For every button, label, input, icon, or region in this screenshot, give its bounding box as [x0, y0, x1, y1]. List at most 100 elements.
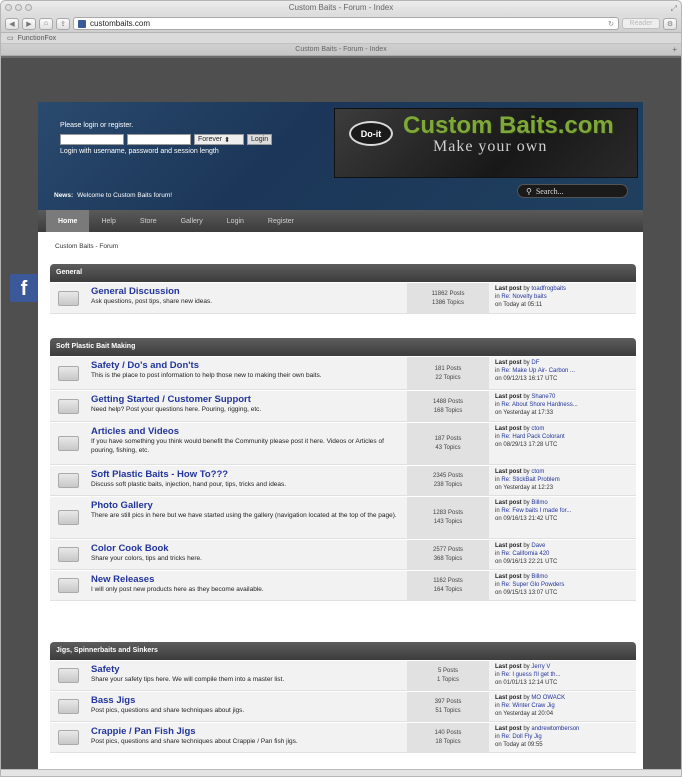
- board-title-link[interactable]: Safety: [91, 664, 407, 675]
- last-post-date: Today at 05:11: [503, 302, 543, 308]
- nav-item-register[interactable]: Register: [256, 210, 306, 232]
- minimize-window-button[interactable]: [15, 4, 22, 11]
- breadcrumb[interactable]: Custom Baits - Forum: [55, 243, 118, 250]
- nav-item-store[interactable]: Store: [128, 210, 169, 232]
- last-post-label: Last post: [495, 664, 522, 670]
- forward-button[interactable]: ▶: [22, 17, 36, 30]
- bookmark-item[interactable]: FunctionFox: [18, 35, 57, 42]
- main-nav: Home Help Store Gallery Login Register: [38, 210, 643, 232]
- last-post-author-link[interactable]: toadfrogbaits: [531, 286, 566, 292]
- board-title-link[interactable]: Color Cook Book: [91, 543, 407, 554]
- last-post-topic-link[interactable]: Re: Make Up Air- Carbon ...: [501, 368, 575, 374]
- bookmarks-icon[interactable]: ▭: [7, 34, 14, 42]
- news-label: News:: [54, 192, 74, 199]
- forum-site: Please login or register. Forever ⬍ Logi…: [38, 102, 643, 776]
- board-description: Need help? Post your questions here. Pou…: [91, 406, 262, 413]
- login-button[interactable]: Login: [247, 134, 273, 145]
- board-title-link[interactable]: Crappie / Pan Fish Jigs: [91, 726, 407, 737]
- last-post-info: Last post by Billmo in Re: Few baits I ma…: [489, 497, 636, 538]
- board-title-link[interactable]: General Discussion: [91, 286, 407, 297]
- last-post-info: Last post by Shane70 in Re: About Shore H…: [489, 391, 636, 421]
- post-count: 187 Posts: [434, 436, 462, 442]
- page-area: f Please login or register. Forever ⬍ Lo…: [1, 58, 681, 776]
- reload-icon[interactable]: ↻: [608, 20, 614, 28]
- board-row: New Releases I will only post new product…: [50, 571, 636, 601]
- by-label: by: [523, 695, 530, 701]
- last-post-topic-link[interactable]: Re: Hard Pack Colorant: [501, 434, 564, 440]
- last-post-author-link[interactable]: Billmo: [531, 500, 547, 506]
- reader-button[interactable]: Reader: [622, 18, 660, 29]
- bookmarks-bar: ▭ FunctionFox: [1, 33, 681, 44]
- board-title-link[interactable]: Getting Started / Customer Support: [91, 394, 407, 405]
- board-title-link[interactable]: New Releases: [91, 574, 407, 585]
- topic-count: 18 Topics: [435, 739, 461, 745]
- board-stats: 2345 Posts 238 Topics: [407, 466, 489, 495]
- tab-bar: Custom Baits - Forum - Index +: [1, 44, 681, 56]
- news-text: Welcome to Custom Baits forum!: [77, 192, 173, 199]
- last-post-topic-link[interactable]: Re: Few baits I made for...: [501, 508, 571, 514]
- do-it-logo: Do-it: [349, 121, 393, 146]
- logo-main-text: Custom Baits.com: [403, 112, 614, 139]
- last-post-topic-link[interactable]: Re: Doll Fly Jig: [501, 734, 541, 740]
- password-input[interactable]: [127, 134, 191, 145]
- last-post-topic-link[interactable]: Re: Super Glo Powders: [501, 582, 564, 588]
- on-label: on: [495, 680, 502, 686]
- last-post-author-link[interactable]: Shane70: [531, 394, 555, 400]
- last-post-topic-link[interactable]: Re: I guess I'll get th...: [501, 672, 560, 678]
- board-row: Crappie / Pan Fish Jigs Post pics, questi…: [50, 723, 636, 753]
- home-button[interactable]: ⌂: [39, 17, 53, 30]
- board-title-link[interactable]: Bass Jigs: [91, 695, 407, 706]
- close-window-button[interactable]: [5, 4, 12, 11]
- last-post-author-link[interactable]: MO OWACK: [531, 695, 565, 701]
- on-label: on: [495, 742, 502, 748]
- last-post-topic-link[interactable]: Re: StickBait Problem: [501, 477, 559, 483]
- address-bar[interactable]: custombaits.com ↻: [73, 17, 619, 30]
- last-post-author-link[interactable]: DF: [531, 360, 539, 366]
- category-header[interactable]: Soft Plastic Bait Making: [50, 338, 636, 356]
- board-title-link[interactable]: Articles and Videos: [91, 426, 407, 437]
- last-post-author-link[interactable]: Dave: [531, 543, 545, 549]
- settings-button[interactable]: ⚙: [663, 17, 677, 30]
- facebook-icon[interactable]: f: [10, 274, 38, 302]
- last-post-author-link[interactable]: Jerry V: [531, 664, 550, 670]
- last-post-author-link[interactable]: Billmo: [531, 574, 547, 580]
- nav-item-home[interactable]: Home: [46, 210, 90, 232]
- board-stats: 11862 Posts 1386 Topics: [407, 283, 489, 313]
- search-placeholder: Search...: [535, 186, 564, 196]
- last-post-date: Yesterday at 20:04: [503, 711, 554, 717]
- site-header: Please login or register. Forever ⬍ Logi…: [38, 102, 643, 210]
- back-button[interactable]: ◀: [5, 17, 19, 30]
- new-tab-icon[interactable]: +: [672, 44, 677, 56]
- last-post-topic-link[interactable]: Re: Novelty baits: [501, 294, 546, 300]
- nav-item-login[interactable]: Login: [215, 210, 256, 232]
- board-title-link[interactable]: Safety / Do's and Don'ts: [91, 360, 407, 371]
- last-post-topic-link[interactable]: Re: About Shore Hardness...: [501, 402, 577, 408]
- board-description: This is the place to post information to…: [91, 372, 322, 379]
- search-input[interactable]: ⚲ Search...: [517, 184, 628, 198]
- board-status-icon: [58, 365, 79, 381]
- last-post-author-link[interactable]: ctom: [531, 426, 544, 432]
- nav-item-gallery[interactable]: Gallery: [169, 210, 215, 232]
- topic-count: 238 Topics: [433, 482, 463, 488]
- last-post-topic-link[interactable]: Re: Winter Craw Jig: [501, 703, 554, 709]
- share-button[interactable]: ⇪: [56, 17, 70, 30]
- session-length-select[interactable]: Forever ⬍: [194, 134, 244, 145]
- nav-item-help[interactable]: Help: [89, 210, 127, 232]
- board-title-link[interactable]: Soft Plastic Baits - How To???: [91, 469, 407, 480]
- category-header[interactable]: Jigs, Spinnerbaits and Sinkers: [50, 642, 636, 660]
- last-post-topic-link[interactable]: Re: California 420: [501, 551, 549, 557]
- board-stats: 140 Posts 18 Topics: [407, 723, 489, 752]
- username-input[interactable]: [60, 134, 124, 145]
- board-description: Post pics, questions and share technique…: [91, 738, 298, 745]
- active-tab[interactable]: Custom Baits - Forum - Index: [295, 46, 386, 53]
- fullscreen-icon[interactable]: ⤢: [671, 2, 677, 16]
- site-logo[interactable]: Do-it Custom Baits.com Make your own: [334, 108, 638, 178]
- last-post-author-link[interactable]: ctom: [531, 469, 544, 475]
- board-title-link[interactable]: Photo Gallery: [91, 500, 407, 511]
- last-post-author-link[interactable]: andrewtomberson: [531, 726, 579, 732]
- category-header[interactable]: General: [50, 264, 636, 282]
- by-label: by: [523, 469, 530, 475]
- board-status-cell: [50, 540, 87, 569]
- zoom-window-button[interactable]: [25, 4, 32, 11]
- by-label: by: [523, 574, 530, 580]
